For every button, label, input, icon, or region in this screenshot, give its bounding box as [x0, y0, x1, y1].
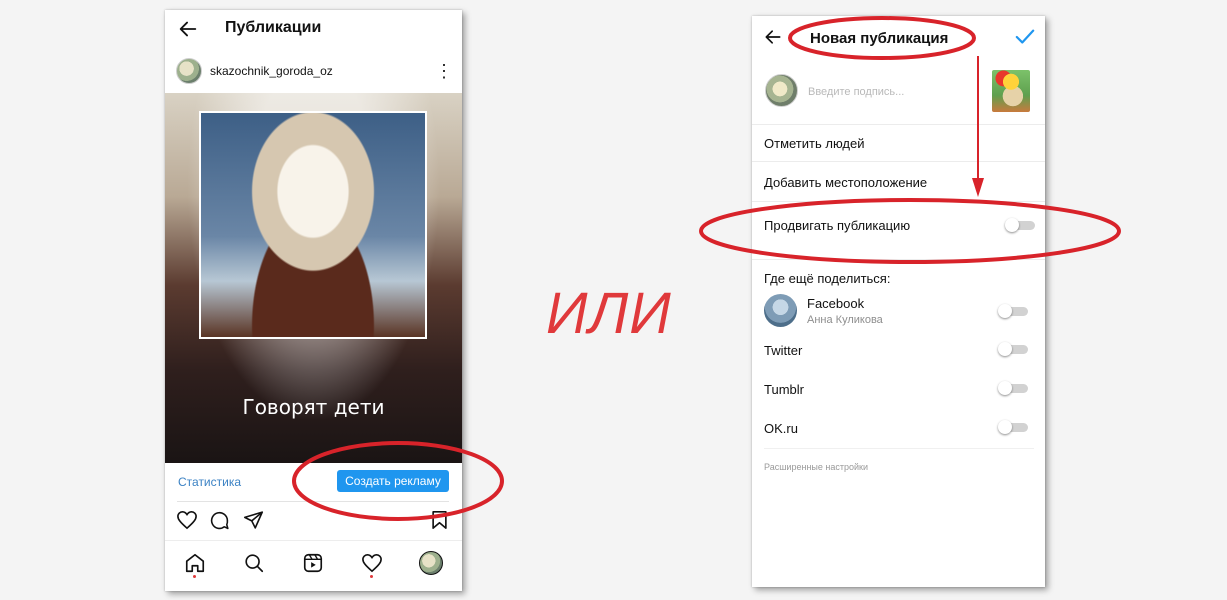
statistics-link[interactable]: Статистика	[178, 475, 241, 489]
comment-icon[interactable]	[209, 510, 230, 531]
divider	[752, 124, 1045, 125]
create-ad-button[interactable]: Создать рекламу	[337, 470, 449, 492]
search-icon[interactable]	[243, 552, 265, 574]
left-phone-screen: Публикации skazochnik_goroda_oz ⋮ Говоря…	[165, 10, 462, 591]
toggle-knob	[998, 381, 1012, 395]
home-icon[interactable]	[184, 552, 206, 574]
username[interactable]: skazochnik_goroda_oz	[210, 64, 333, 78]
okru-label: OK.ru	[764, 421, 798, 436]
profile-avatar[interactable]	[419, 551, 443, 575]
check-icon[interactable]	[1014, 27, 1036, 47]
toggle-knob	[998, 304, 1012, 318]
bookmark-icon[interactable]	[431, 510, 448, 530]
page-title: Новая публикация	[810, 30, 949, 47]
divider	[764, 448, 1034, 449]
avatar	[765, 74, 798, 107]
notification-dot	[370, 575, 373, 578]
notification-dot	[193, 575, 196, 578]
right-phone-screen: Новая публикация Введите подпись... Отме…	[752, 16, 1045, 587]
facebook-toggle[interactable]	[998, 304, 1028, 318]
add-location-item[interactable]: Добавить местоположение	[764, 175, 927, 190]
toggle-knob	[1005, 218, 1019, 232]
or-separator: ИЛИ	[546, 281, 672, 346]
divider	[752, 201, 1045, 202]
facebook-account: Анна Куликова	[807, 314, 883, 326]
bottom-nav-divider	[165, 540, 462, 541]
page-title: Публикации	[225, 19, 322, 36]
post-media[interactable]: Говорят дети	[165, 93, 462, 463]
tumblr-toggle[interactable]	[998, 381, 1028, 395]
advanced-settings-link[interactable]: Расширенные настройки	[764, 462, 868, 472]
more-vertical-icon[interactable]: ⋮	[435, 62, 453, 80]
facebook-avatar	[764, 294, 797, 327]
twitter-label: Twitter	[764, 343, 803, 358]
media-caption: Говорят дети	[242, 395, 385, 419]
promote-toggle[interactable]	[1005, 218, 1035, 232]
reels-icon[interactable]	[302, 552, 324, 574]
twitter-toggle[interactable]	[998, 342, 1028, 356]
okru-toggle[interactable]	[998, 420, 1028, 434]
divider	[177, 501, 449, 502]
tag-people-item[interactable]: Отметить людей	[764, 136, 864, 151]
divider	[752, 161, 1045, 162]
tumblr-label: Tumblr	[764, 382, 804, 397]
share-section-title: Где ещё поделиться:	[764, 271, 891, 286]
avatar[interactable]	[176, 58, 202, 84]
divider	[752, 259, 1045, 260]
caption-input[interactable]: Введите подпись...	[808, 86, 904, 98]
heart-icon[interactable]	[176, 510, 198, 530]
toggle-knob	[998, 342, 1012, 356]
post-thumbnail	[992, 70, 1030, 112]
arrow-left-icon[interactable]	[177, 18, 199, 40]
heart-icon[interactable]	[361, 553, 383, 573]
facebook-label: Facebook	[807, 296, 865, 311]
paper-plane-icon[interactable]	[243, 510, 264, 530]
arrow-left-icon[interactable]	[763, 27, 783, 47]
post-image	[199, 111, 427, 339]
promote-post-item[interactable]: Продвигать публикацию	[764, 218, 910, 233]
toggle-knob	[998, 420, 1012, 434]
